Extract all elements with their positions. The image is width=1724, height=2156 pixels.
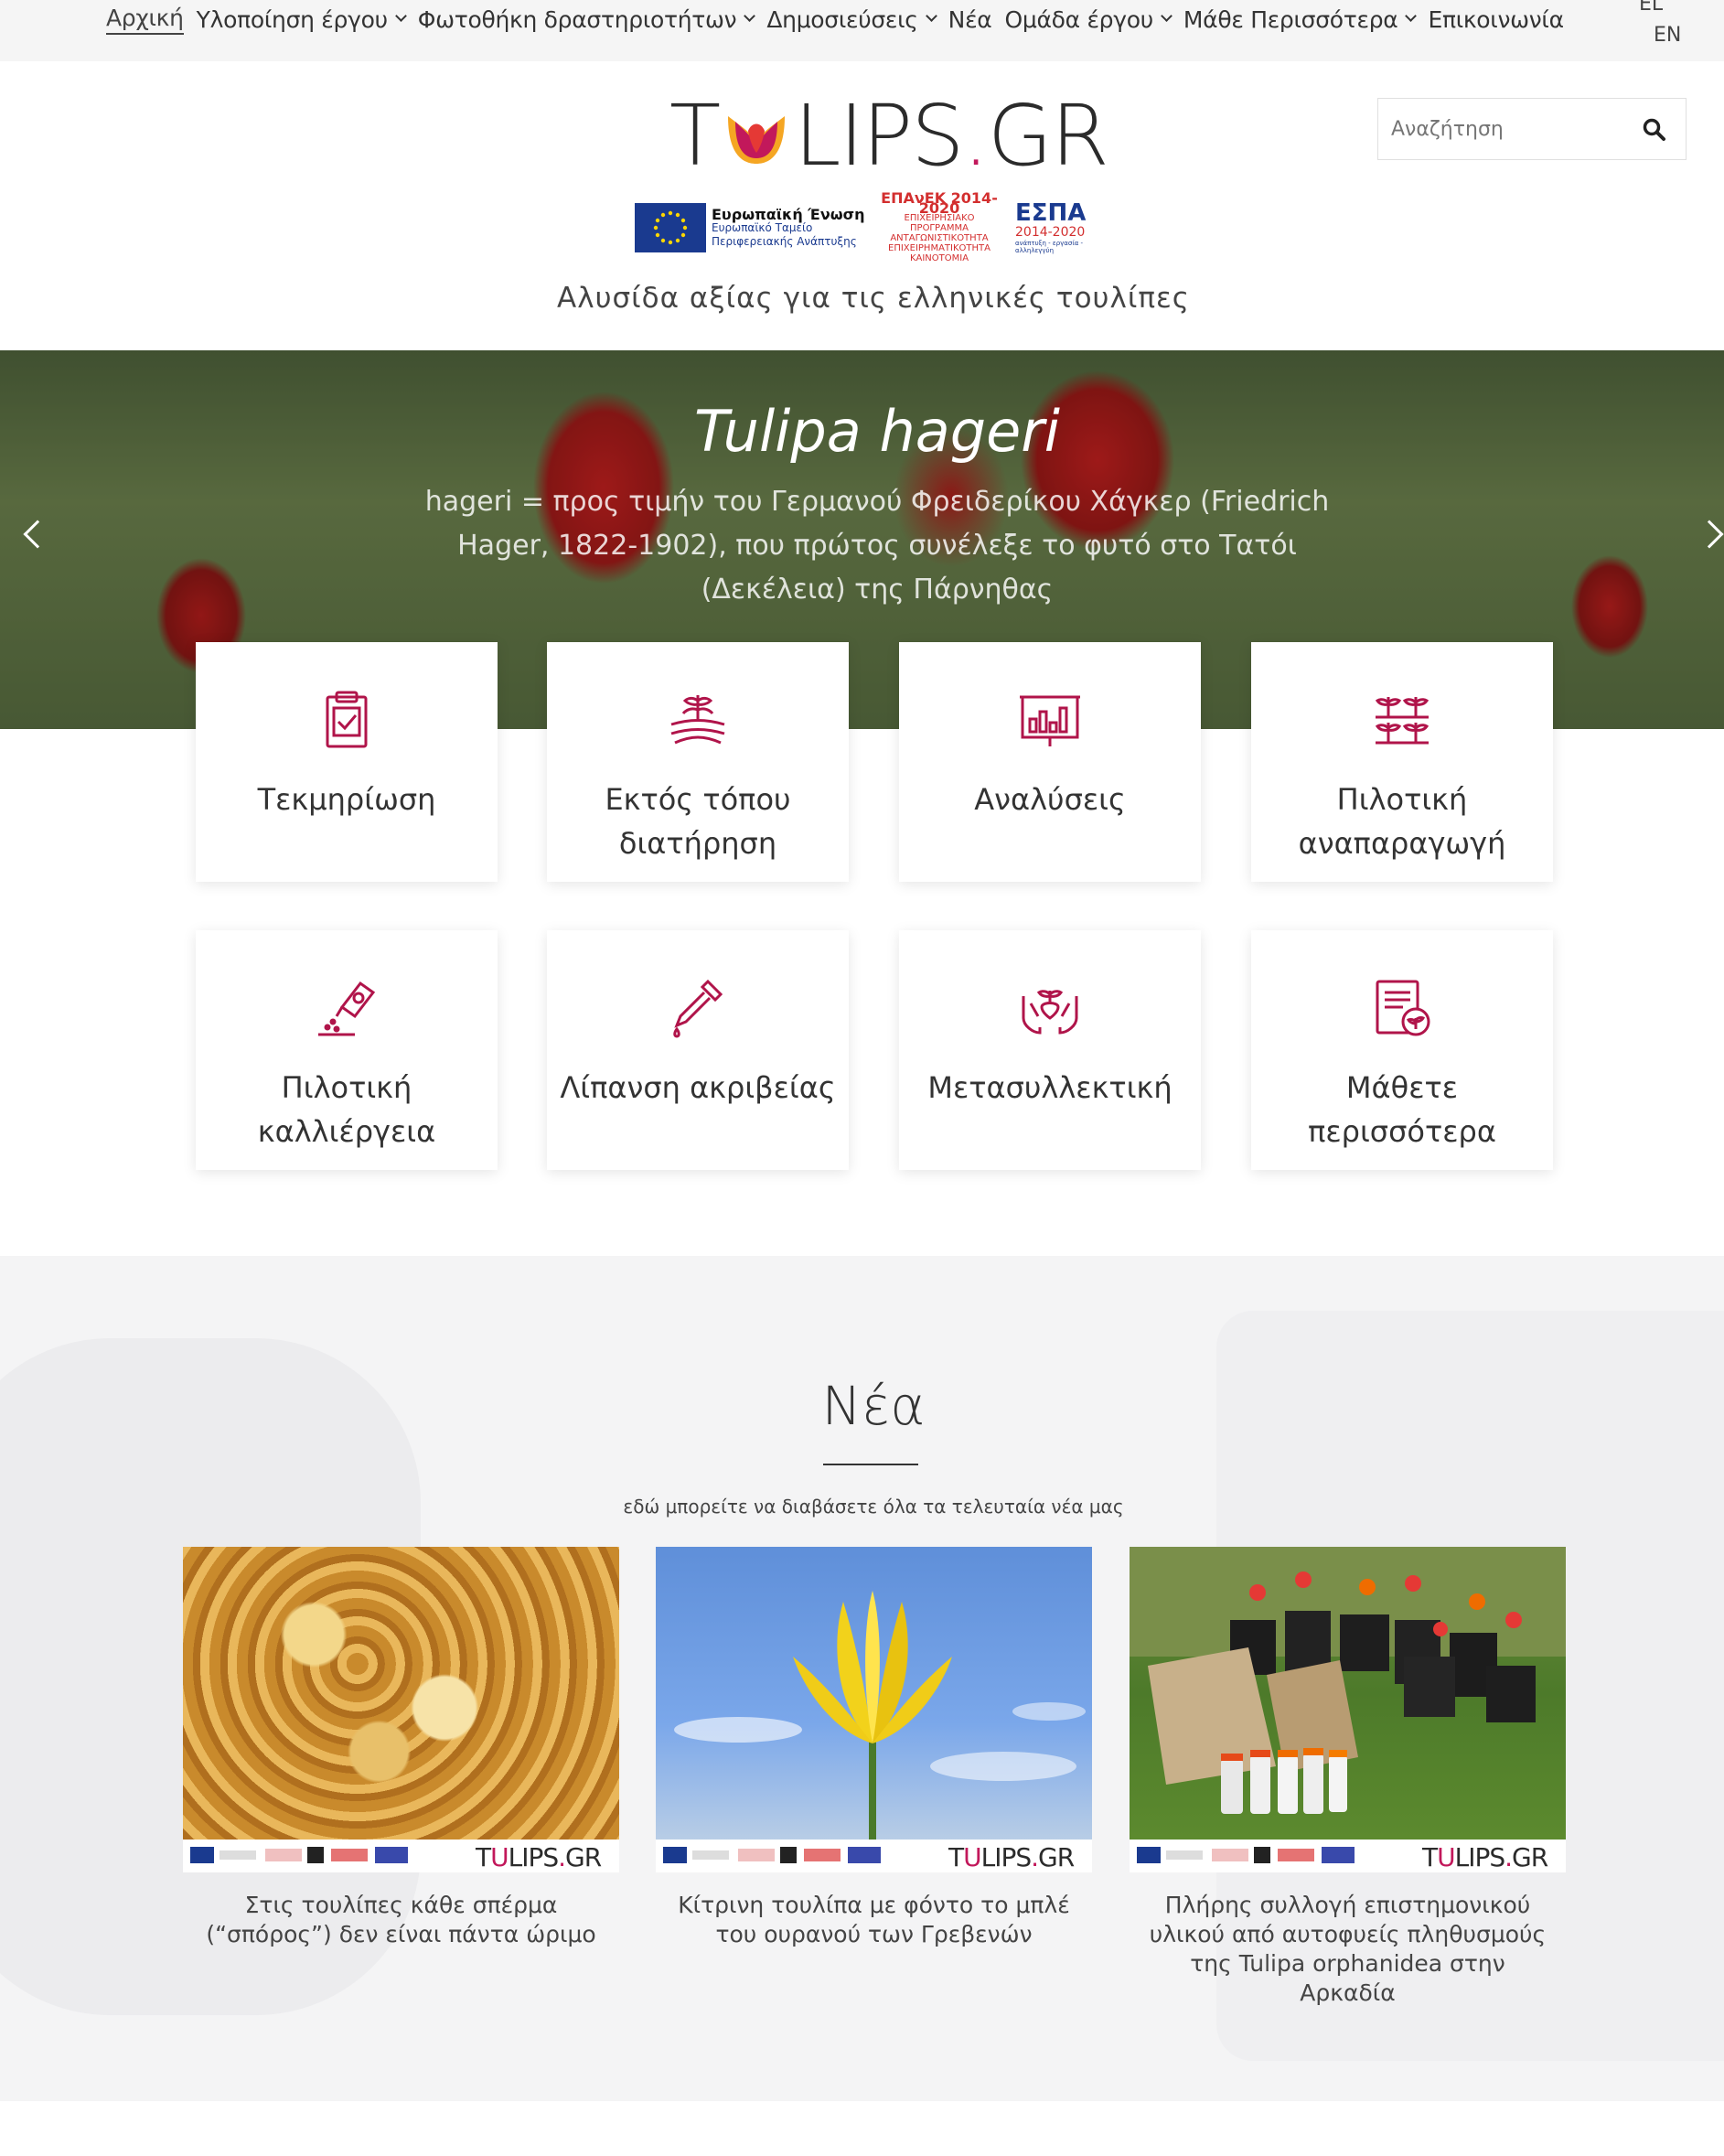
news-item[interactable]: TULIPS.GR Στις τουλίπες κάθε σπέρμα (“σπ… [183,1547,619,1949]
nav-menu: Αρχική Υλοποίηση έργου Φωτοθήκη δραστηρι… [106,0,1577,38]
nav-item-home[interactable]: Αρχική [106,5,184,35]
nav-item-learn-more[interactable]: Μάθε Περισσότερα [1183,6,1418,33]
search-box [1377,98,1687,160]
hands-plant-icon [1022,990,1078,1035]
news-caption[interactable]: Κίτρινη τουλίπα με φόντο το μπλέ του ουρ… [656,1891,1092,1949]
eu-flag-icon [635,203,706,252]
nav-item-project[interactable]: Υλοποίηση έργου [197,6,407,33]
card-precision-fertilization[interactable]: Λίπανση ακριβείας [547,930,849,1170]
site-logo[interactable]: T LIPS. GR [669,87,1109,185]
chevron-down-icon [744,9,756,22]
bar-chart-board-icon [1020,695,1080,746]
tulip-logo-icon [721,99,792,172]
top-navigation: Αρχική Υλοποίηση έργου Φωτοθήκη δραστηρι… [0,0,1724,61]
nav-item-contact[interactable]: Επικοινωνία [1428,6,1564,33]
card-analyses[interactable]: Αναλύσεις [899,642,1201,882]
funding-logos-small [190,1847,408,1863]
nav-item-gallery[interactable]: Φωτοθήκη δραστηριοτήτων [418,6,756,33]
news-caption[interactable]: Στις τουλίπες κάθε σπέρμα (“σπόρος”) δεν… [183,1891,619,1949]
news-title: Νέα [821,1375,926,1437]
card-learn-more[interactable]: Μάθετε περισσότερα [1251,930,1553,1170]
news-subtitle: εδώ μπορείτε να διαβάσετε όλα τα τελευτα… [623,1496,1124,1518]
card-pilot-cultivation[interactable]: Πιλοτική καλλιέργεια [196,930,498,1170]
search-input[interactable] [1378,99,1625,159]
nav-item-news[interactable]: Νέα [948,6,992,33]
funding-logos: Ευρωπαϊκή Ένωση Ευρωπαϊκό Ταμείο Περιφερ… [635,190,1103,263]
chevron-down-icon [394,9,407,22]
news-image-logo-strip: TULIPS.GR [1130,1840,1566,1872]
news-image-yellow-tulip[interactable] [656,1547,1092,1840]
news-title-underline [823,1464,918,1465]
news-caption[interactable]: Πλήρης συλλογή επιστημονικού υλικού από … [1130,1891,1566,2008]
language-en-link[interactable]: EN [1654,24,1681,47]
eu-fund-text: Ευρωπαϊκή Ένωση Ευρωπαϊκό Ταμείο Περιφερ… [712,205,865,248]
book-plant-icon [1376,980,1430,1036]
news-section: Νέα εδώ μπορείτε να διαβάσετε όλα τα τελ… [0,1256,1724,2101]
site-tagline: Αλυσίδα αξίας για τις ελληνικές τουλίπες [557,282,1190,315]
card-post-harvest[interactable]: Μετασυλλεκτική [899,930,1201,1170]
hero-description: hageri = προς τιμήν του Γερμανού Φρειδερ… [424,486,1330,606]
news-item[interactable]: TULIPS.GR Πλήρης συλλογή επιστημονικού υ… [1130,1547,1566,2008]
epanek-logo: ΕΠΑνΕΚ 2014-2020 ΕΠΙΧΕΙΡΗΣΙΑΚΟ ΠΡΟΓΡΑΜΜΑ… [881,188,998,263]
tulips-brand-small: TULIPS.GR [1422,1842,1548,1872]
news-image-logo-strip: TULIPS.GR [656,1840,1092,1872]
hero-title: Tulipa hageri [694,398,1060,465]
language-el-link[interactable]: EL [1639,0,1663,16]
tulips-brand-small: TULIPS.GR [476,1842,602,1872]
card-documentation[interactable]: Τεκμηρίωση [196,642,498,882]
chevron-down-icon [1405,9,1418,22]
seed-packet-icon [318,981,376,1036]
card-ex-situ-conservation[interactable]: Εκτός τόπου διατήρηση [547,642,849,882]
nav-item-publications[interactable]: Δημοσιεύσεις [766,6,937,33]
card-pilot-reproduction[interactable]: Πιλοτική αναπαραγωγή [1251,642,1553,882]
search-icon[interactable] [1642,117,1667,143]
news-image-tulip-collection[interactable] [1130,1547,1566,1840]
funding-logos-small [1137,1847,1355,1863]
news-image-logo-strip: TULIPS.GR [183,1840,619,1872]
nav-item-team[interactable]: Ομάδα έργου [1004,6,1173,33]
espa-logo: ΕΣΠΑ 2014-2020 ανάπτυξη - εργασία - αλλη… [1015,199,1087,254]
funding-logos-small [663,1847,881,1863]
seedlings-icon [1375,697,1430,745]
tulips-brand-small: TULIPS.GR [948,1842,1075,1872]
chevron-down-icon [1161,9,1173,22]
plant-rows-icon [670,695,725,745]
chevron-down-icon [925,9,937,22]
clipboard-check-icon [326,691,368,748]
dropper-icon [673,979,723,1038]
news-image-seeds[interactable] [183,1547,619,1840]
news-item[interactable]: TULIPS.GR Κίτρινη τουλίπα με φόντο το μπ… [656,1547,1092,1949]
